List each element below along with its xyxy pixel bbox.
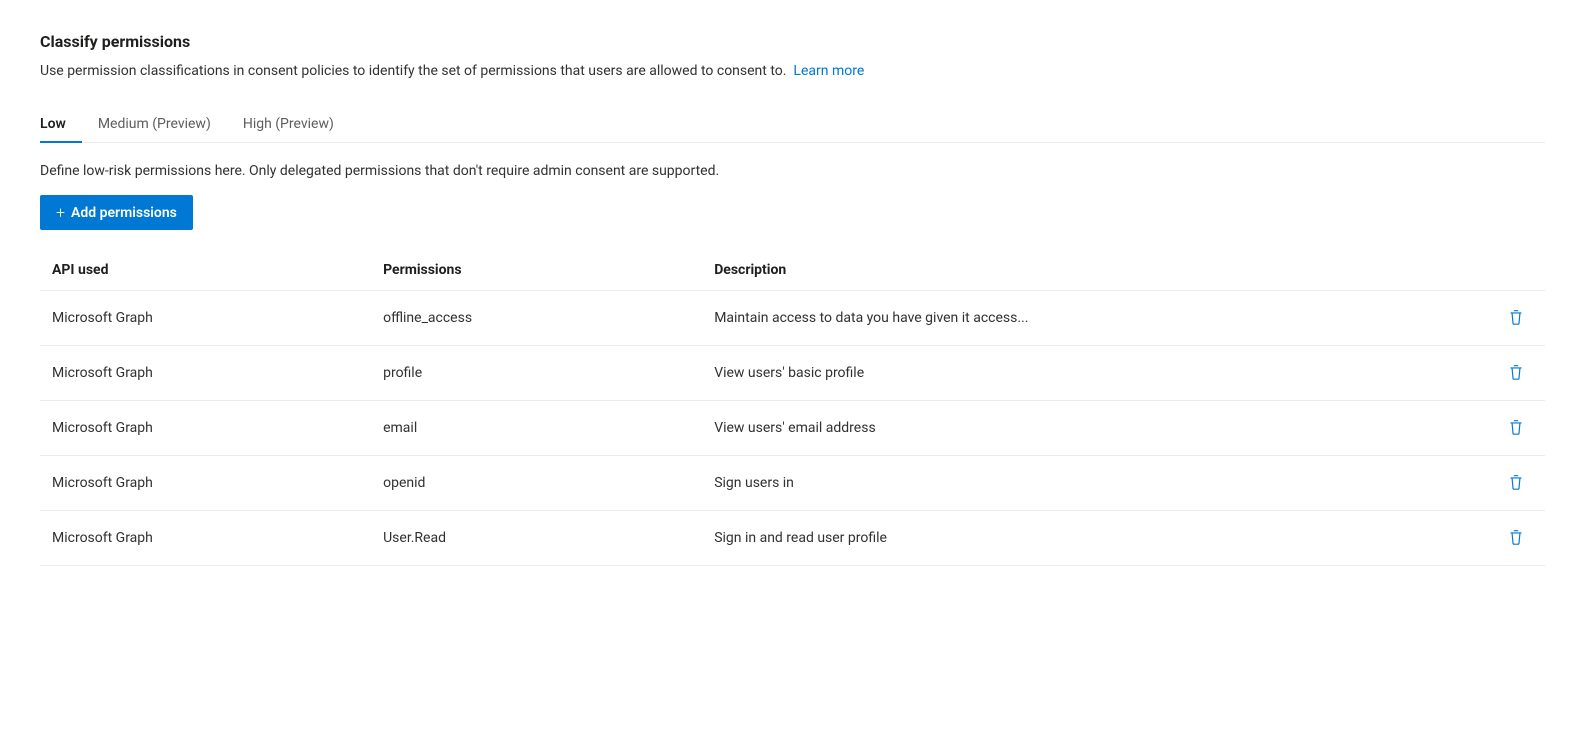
cell-api-used: Microsoft Graph <box>40 511 371 566</box>
cell-delete <box>1487 511 1545 566</box>
cell-api-used: Microsoft Graph <box>40 401 371 456</box>
table-header-row: API used Permissions Description <box>40 254 1545 291</box>
table-row: Microsoft Graph profile View users' basi… <box>40 346 1545 401</box>
tab-high[interactable]: High (Preview) <box>243 106 350 142</box>
column-permissions: Permissions <box>371 254 702 291</box>
trash-icon <box>1507 419 1525 437</box>
cell-description: Maintain access to data you have given i… <box>702 291 1487 346</box>
cell-permissions: offline_access <box>371 291 702 346</box>
tab-medium[interactable]: Medium (Preview) <box>98 106 227 142</box>
cell-permissions: User.Read <box>371 511 702 566</box>
cell-description: View users' email address <box>702 401 1487 456</box>
section-description: Define low-risk permissions here. Only d… <box>40 163 1545 179</box>
permissions-table: API used Permissions Description Microso… <box>40 254 1545 566</box>
table-row: Microsoft Graph offline_access Maintain … <box>40 291 1545 346</box>
add-permissions-button[interactable]: + Add permissions <box>40 195 193 230</box>
delete-button[interactable] <box>1499 360 1533 386</box>
column-actions <box>1487 254 1545 291</box>
cell-delete <box>1487 346 1545 401</box>
table-row: Microsoft Graph User.Read Sign in and re… <box>40 511 1545 566</box>
cell-description: Sign users in <box>702 456 1487 511</box>
cell-api-used: Microsoft Graph <box>40 291 371 346</box>
delete-button[interactable] <box>1499 470 1533 496</box>
trash-icon <box>1507 474 1525 492</box>
tabs-container: Low Medium (Preview) High (Preview) <box>40 106 1545 143</box>
cell-delete <box>1487 401 1545 456</box>
column-description: Description <box>702 254 1487 291</box>
table-row: Microsoft Graph openid Sign users in <box>40 456 1545 511</box>
trash-icon <box>1507 529 1525 547</box>
trash-icon <box>1507 364 1525 382</box>
cell-description: Sign in and read user profile <box>702 511 1487 566</box>
description-text: Use permission classifications in consen… <box>40 63 786 79</box>
add-permissions-label: Add permissions <box>71 205 177 221</box>
page-description: Use permission classifications in consen… <box>40 61 1545 82</box>
delete-button[interactable] <box>1499 305 1533 331</box>
table-row: Microsoft Graph email View users' email … <box>40 401 1545 456</box>
cell-permissions: profile <box>371 346 702 401</box>
page-title: Classify permissions <box>40 32 1545 51</box>
column-api-used: API used <box>40 254 371 291</box>
cell-delete <box>1487 291 1545 346</box>
trash-icon <box>1507 309 1525 327</box>
delete-button[interactable] <box>1499 415 1533 441</box>
delete-button[interactable] <box>1499 525 1533 551</box>
learn-more-link[interactable]: Learn more <box>793 63 864 79</box>
plus-icon: + <box>56 203 65 222</box>
cell-description: View users' basic profile <box>702 346 1487 401</box>
tab-low[interactable]: Low <box>40 106 82 142</box>
cell-api-used: Microsoft Graph <box>40 346 371 401</box>
cell-delete <box>1487 456 1545 511</box>
cell-permissions: openid <box>371 456 702 511</box>
cell-permissions: email <box>371 401 702 456</box>
cell-api-used: Microsoft Graph <box>40 456 371 511</box>
